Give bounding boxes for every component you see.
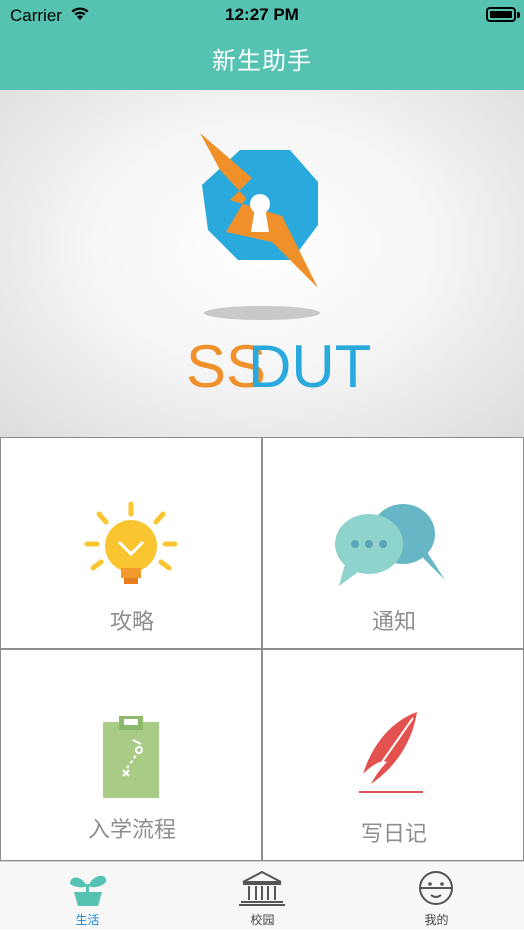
building-icon: [175, 870, 350, 910]
ssdut-logo: SS DUT: [186, 133, 371, 400]
tab-life[interactable]: 生活: [0, 862, 175, 931]
tile-strategy[interactable]: 攻略: [0, 437, 262, 649]
tab-mine[interactable]: 我的: [349, 862, 524, 931]
page-title: 新生助手: [212, 47, 312, 75]
clock: 12:27 PM: [225, 5, 299, 24]
banner: SS DUT: [0, 90, 524, 437]
logo-text-dut: DUT: [248, 333, 371, 400]
tab-campus[interactable]: 校园: [175, 862, 350, 931]
tile-label: 写日记: [360, 822, 427, 847]
tile-diary[interactable]: 写日记: [262, 649, 524, 861]
feather-icon: [263, 708, 524, 802]
plant-icon: [0, 870, 175, 910]
nav-bar: 新生助手: [0, 32, 524, 90]
battery-icon: [486, 7, 520, 22]
tile-enrollment[interactable]: 入学流程: [0, 649, 262, 861]
feature-grid: 攻略 通知 入学流程 写日记: [0, 437, 524, 861]
tile-label: 通知: [371, 610, 416, 635]
clipboard-icon: [1, 714, 263, 802]
tab-label: 我的: [424, 913, 449, 927]
tile-label: 攻略: [109, 610, 154, 635]
tab-bar: 生活 校园 我的: [0, 861, 524, 930]
tab-label: 校园: [250, 913, 275, 927]
status-bar: Carrier 12:27 PM: [0, 0, 524, 32]
tab-label: 生活: [75, 913, 100, 927]
face-icon: [349, 870, 524, 910]
tile-notice[interactable]: 通知: [262, 437, 524, 649]
lightbulb-icon: [1, 498, 263, 592]
tile-label: 入学流程: [87, 818, 176, 843]
chat-bubbles-icon: [263, 500, 524, 594]
